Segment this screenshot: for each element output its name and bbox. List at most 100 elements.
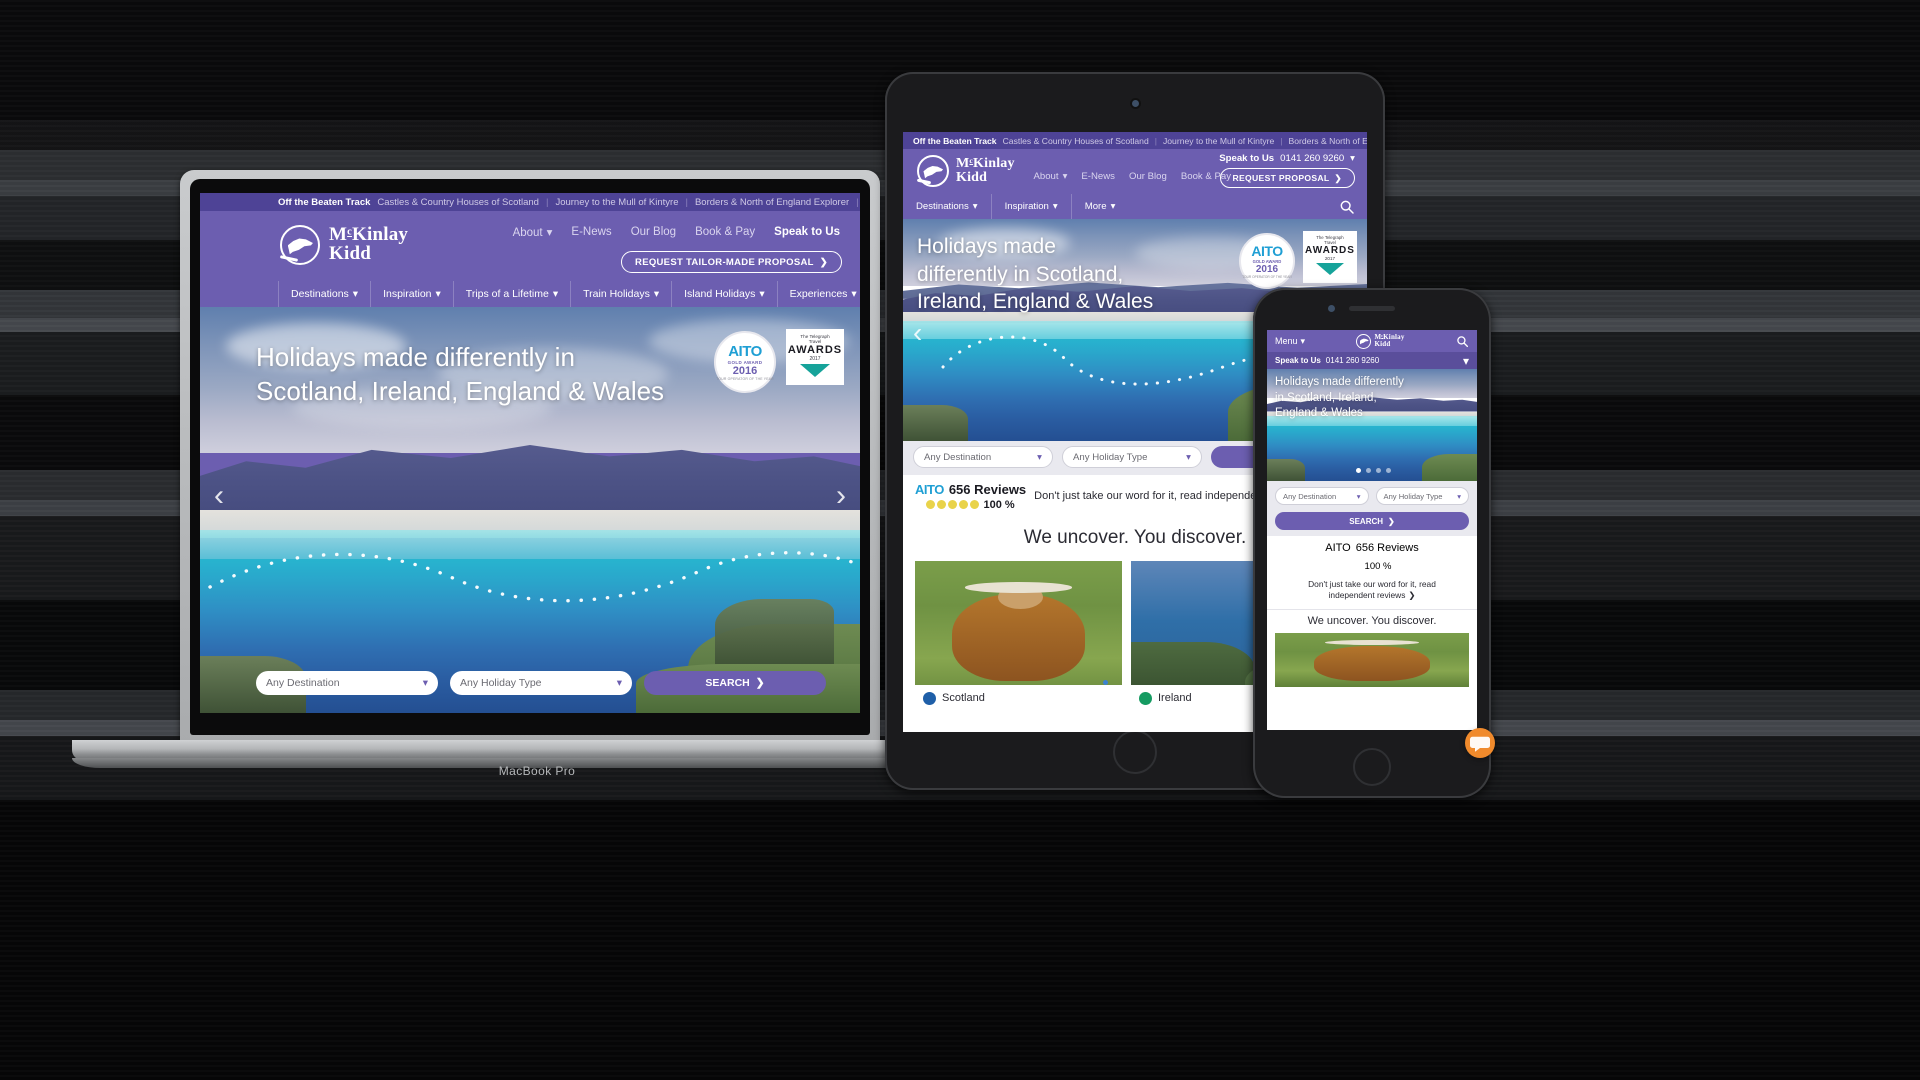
search-icon[interactable] [1456, 335, 1469, 348]
nav-item-inspiration[interactable]: Inspiration ▾ [990, 194, 1071, 219]
destination-select-value: Any Destination [266, 677, 340, 689]
slide-dot-2[interactable] [1366, 468, 1371, 473]
slide-dot-4[interactable] [1386, 468, 1391, 473]
nav-item-destinations[interactable]: Destinations ▾ [278, 281, 370, 307]
rating-stars [926, 500, 980, 509]
nav-item-train-holidays[interactable]: Train Holidays ▾ [570, 281, 671, 307]
destination-select[interactable]: Any Destination ▾ [256, 671, 438, 695]
laptop-bezel: Off the Beaten Track Castles & Country H… [190, 179, 870, 735]
chevron-down-icon: ▾ [1037, 451, 1042, 463]
ticker-item[interactable]: Borders & North of England Explorer [695, 197, 849, 208]
card-label-text: Ireland [1158, 692, 1192, 704]
ticker-item[interactable]: Journey to the Mull of Kintyre [555, 197, 678, 208]
chevron-down-icon: ▾ [972, 201, 978, 212]
top-link-speak-to-us[interactable]: Speak to Us [774, 226, 840, 238]
nav-item-inspiration[interactable]: Inspiration ▾ [370, 281, 453, 307]
ticker-item[interactable]: Borders & North of England Explorer [1289, 136, 1367, 146]
search-button[interactable]: SEARCH ❯ [644, 671, 826, 695]
top-link-about[interactable]: About ▾ [1033, 171, 1067, 182]
site-logo[interactable]: McKinlay Kidd [917, 155, 1015, 187]
hero-title-line-2: in Scotland, Ireland, [1275, 391, 1377, 404]
reviews-blurb-line-1[interactable]: Don't just take our word for it, read [1275, 579, 1469, 590]
nav-item-trips-of-a-lifetime[interactable]: Trips of a Lifetime ▾ [452, 281, 570, 307]
holiday-type-select-value: Any Holiday Type [460, 677, 542, 689]
slide-dot-1[interactable] [1356, 468, 1361, 473]
desktop-brand-bar: McKinlay Kidd About ▾ E-News Our Blog Boo… [200, 211, 860, 281]
hero-overlay: Holidays made differently in Scotland, I… [1267, 369, 1477, 481]
holiday-type-select[interactable]: Any Holiday Type ▾ [1062, 446, 1202, 468]
logo-wordmark: McKinlay Kidd [956, 156, 1015, 186]
destination-card[interactable]: Scotland [915, 561, 1122, 711]
hero-title-line-2: differently in Scotland, [917, 262, 1124, 286]
hero-slide-dots[interactable] [1356, 468, 1391, 473]
destination-select[interactable]: Any Destination ▾ [1275, 487, 1369, 505]
chat-bubble-button[interactable] [1465, 728, 1495, 758]
hero-prev-arrow[interactable]: ‹ [214, 479, 224, 513]
search-button-label: SEARCH [1349, 516, 1384, 526]
reviews-blurb-line-2[interactable]: independent reviews ❯ [1275, 590, 1469, 601]
nav-item-more[interactable]: More ▾ [1070, 194, 1129, 219]
holiday-type-select[interactable]: Any Holiday Type ▾ [1375, 487, 1469, 505]
top-link-enews[interactable]: E-News [1081, 171, 1115, 182]
phone-home-button[interactable] [1353, 748, 1391, 786]
tablet-ticker-bar: Off the Beaten Track Castles & Country H… [903, 132, 1367, 149]
aito-badge-caption: TOUR OPERATOR OF THE YEAR [716, 377, 774, 381]
aito-logo-mini: AITO [915, 481, 944, 497]
search-button[interactable]: SEARCH ❯ [1275, 512, 1469, 530]
phone-uncover-heading: We uncover. You discover. [1267, 608, 1477, 633]
tablet-home-button[interactable] [1113, 730, 1157, 774]
chevron-down-icon[interactable]: ▾ [1350, 153, 1355, 164]
phone-screen: Menu ▾ McKinlay Kidd Speak to Us 0141 26… [1267, 330, 1477, 730]
holiday-type-select-value: Any Holiday Type [1073, 451, 1148, 463]
ticker-item[interactable]: Journey to the Mull of Kintyre [1163, 136, 1274, 146]
tablet-brand-bar: McKinlay Kidd Speak to Us 0141 260 9260 … [903, 149, 1367, 194]
ticker-item[interactable]: Castles & Country Houses of Scotland [1003, 136, 1149, 146]
search-icon[interactable] [1339, 199, 1355, 215]
nav-item-experiences[interactable]: Experiences ▾ [776, 281, 860, 307]
nav-item-destinations[interactable]: Destinations ▾ [903, 194, 991, 219]
hero-next-arrow[interactable]: › [836, 479, 846, 513]
logo-bird-icon [917, 155, 949, 187]
top-link-enews[interactable]: E-News [571, 226, 611, 238]
chat-bubble-icon [1470, 736, 1490, 752]
request-proposal-button[interactable]: REQUEST PROPOSAL ❯ [1219, 168, 1355, 188]
phone-reviews-block: AITO 656 Reviews 100 % Don't just take o… [1267, 536, 1477, 609]
desktop-main-nav: Destinations ▾ Inspiration ▾ Trips of a Li… [200, 281, 860, 307]
ticker-item[interactable]: Castles & Country Houses of Scotland [377, 197, 539, 208]
top-link-about[interactable]: About ▾ [513, 225, 553, 239]
aito-badge-logo: AITO [1251, 243, 1283, 259]
phone-number-link[interactable]: 0141 260 9260 [1326, 356, 1379, 365]
nav-item-island-holidays[interactable]: Island Holidays ▾ [671, 281, 776, 307]
request-proposal-button[interactable]: REQUEST TAILOR-MADE PROPOSAL ❯ [621, 251, 842, 273]
speak-to-us-label: Speak to Us [1275, 356, 1321, 365]
aito-badge-year: 2016 [732, 365, 758, 377]
top-link-our-blog[interactable]: Our Blog [1129, 171, 1167, 182]
review-count: 656 Reviews [948, 481, 1027, 497]
laptop-screen: Off the Beaten Track Castles & Country H… [200, 193, 860, 713]
site-logo[interactable]: McKinlay Kidd [279, 225, 408, 265]
phone-menu-button[interactable]: Menu ▾ [1275, 336, 1305, 347]
speak-to-us-label: Speak to Us [1219, 153, 1275, 164]
desktop-top-links: About ▾ E-News Our Blog Book & Pay Speak … [513, 225, 840, 239]
hero-title: Holidays made differently in Scotland, I… [256, 341, 664, 409]
holiday-type-select[interactable]: Any Holiday Type ▾ [450, 671, 632, 695]
request-proposal-label: REQUEST TAILOR-MADE PROPOSAL [635, 256, 814, 268]
laptop-device: Off the Beaten Track Castles & Country H… [72, 170, 1002, 790]
logo-bird-icon [1356, 333, 1372, 349]
chevron-down-icon: ▾ [1052, 201, 1058, 212]
chevron-down-icon: ▾ [546, 227, 553, 239]
site-logo[interactable]: McKinlay Kidd [1356, 333, 1404, 349]
top-link-our-blog[interactable]: Our Blog [631, 226, 676, 238]
phone-destination-card[interactable] [1275, 632, 1469, 687]
request-proposal-label: REQUEST PROPOSAL [1232, 173, 1330, 183]
phone-top-bar: Menu ▾ McKinlay Kidd [1267, 330, 1477, 352]
ticker-separator: | [545, 196, 549, 208]
slide-dot-3[interactable] [1376, 468, 1381, 473]
destination-select[interactable]: Any Destination ▾ [913, 446, 1053, 468]
aito-badge-logo: AITO [728, 343, 762, 360]
top-link-book-and-pay[interactable]: Book & Pay [695, 226, 755, 238]
phone-speak-bar[interactable]: Speak to Us 0141 260 9260 ▾ [1267, 352, 1477, 369]
chevron-down-icon[interactable]: ▾ [1463, 355, 1469, 367]
phone-number-link[interactable]: 0141 260 9260 [1280, 153, 1344, 164]
chevron-down-icon: ▾ [1457, 491, 1461, 501]
